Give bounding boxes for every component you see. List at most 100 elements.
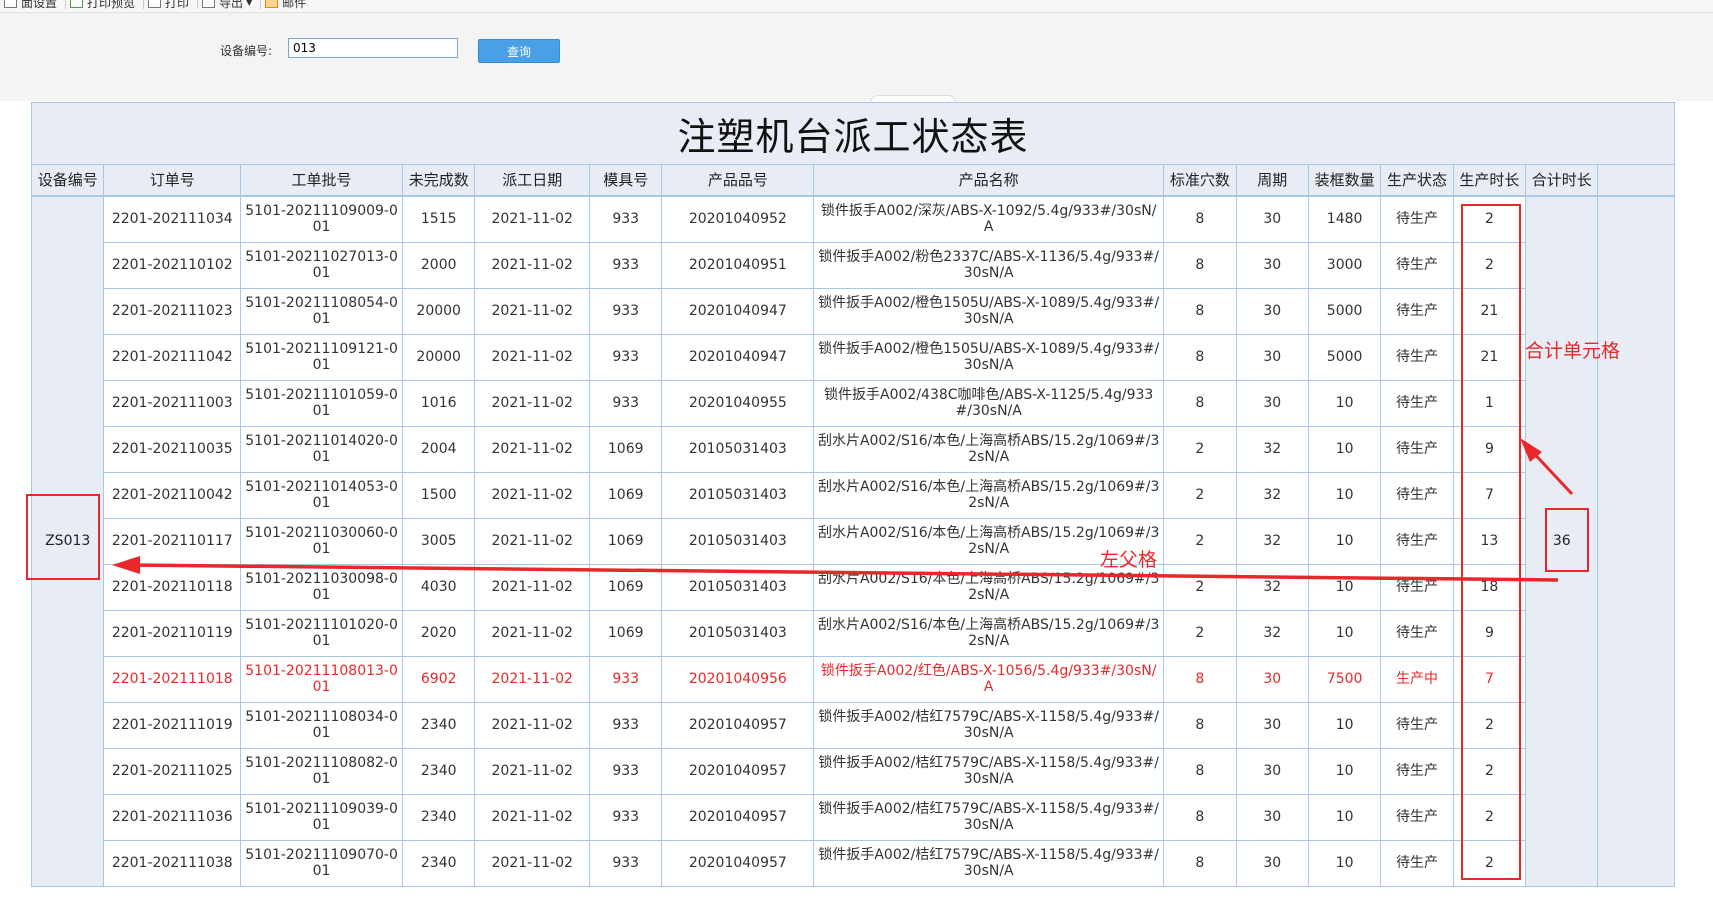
- report-title-band: 注塑机台派工状态表: [31, 102, 1675, 164]
- cavities-cell: 8: [1163, 747, 1237, 795]
- export-button[interactable]: 导出 ▼: [198, 0, 262, 10]
- table-row: 2201-202111025 5101-20211108082-001 2340 20…: [32, 747, 1675, 795]
- pending-cell: 6902: [401, 655, 476, 703]
- cycle-cell: 30: [1235, 333, 1309, 381]
- qty-cell: 10: [1307, 793, 1382, 841]
- date-cell: 2021-11-02: [474, 839, 591, 887]
- pending-cell: 2340: [401, 701, 476, 749]
- order-cell: 2201-202111003: [103, 379, 242, 427]
- col-header-pending: 未完成数: [401, 164, 476, 197]
- col-header-status: 生产状态: [1380, 164, 1454, 197]
- col-header-blank: [1597, 164, 1675, 197]
- code-cell: 20105031403: [661, 609, 815, 657]
- status-cell: 待生产: [1380, 241, 1454, 289]
- table-row: ZS013 2201-202111034 5101-20211109009-001 1…: [30, 195, 1675, 887]
- product-name-cell: 锁件扳手A002/438C咖啡色/ABS-X-1125/5.4g/933#/30…: [813, 379, 1165, 427]
- mold-cell: 1069: [589, 563, 663, 611]
- cycle-cell: 32: [1235, 609, 1309, 657]
- pending-cell: 2000: [401, 241, 476, 289]
- cycle-cell: 30: [1235, 241, 1309, 289]
- table-header-row: 设备编号 订单号 工单批号 未完成数 派工日期 模具号 产品品号 产品名称 标准…: [30, 164, 1675, 197]
- col-header-device: 设备编号: [30, 164, 105, 197]
- cycle-cell: 32: [1235, 563, 1309, 611]
- code-cell: 20201040957: [661, 793, 815, 841]
- mold-cell: 1069: [589, 471, 663, 519]
- mold-cell: 1069: [589, 517, 663, 565]
- pending-cell: 1016: [401, 379, 476, 427]
- cavities-cell: 2: [1163, 425, 1237, 473]
- col-header-hours: 生产时长: [1452, 164, 1527, 197]
- qty-cell: 7500: [1307, 655, 1382, 703]
- pending-cell: 2340: [401, 747, 476, 795]
- cycle-cell: 30: [1235, 793, 1309, 841]
- col-header-total: 合计时长: [1525, 164, 1599, 197]
- pending-cell: 3005: [401, 517, 476, 565]
- print-preview-button[interactable]: 打印预览: [66, 0, 145, 10]
- qty-cell: 1480: [1307, 195, 1382, 243]
- qty-cell: 5000: [1307, 287, 1382, 335]
- mail-button[interactable]: 邮件: [261, 0, 314, 10]
- cavities-cell: 2: [1163, 563, 1237, 611]
- code-cell: 20201040956: [661, 655, 815, 703]
- mold-cell: 933: [589, 701, 663, 749]
- code-cell: 20105031403: [661, 471, 815, 519]
- status-cell: 待生产: [1380, 793, 1454, 841]
- col-header-mold: 模具号: [589, 164, 663, 197]
- date-cell: 2021-11-02: [474, 379, 591, 427]
- cycle-cell: 30: [1235, 379, 1309, 427]
- batch-cell: 5101-20211030060-001: [240, 517, 403, 565]
- status-cell: 待生产: [1380, 333, 1454, 381]
- annotation-device-cell-box: [26, 494, 100, 580]
- status-cell: 生产中: [1380, 655, 1454, 703]
- batch-cell: 5101-20211109070-001: [240, 839, 403, 887]
- qty-cell: 10: [1307, 379, 1382, 427]
- order-cell: 2201-202111019: [103, 701, 242, 749]
- code-cell: 20201040957: [661, 747, 815, 795]
- pending-cell: 1515: [401, 195, 476, 243]
- qty-cell: 10: [1307, 839, 1382, 887]
- product-name-cell: 锁件扳手A002/红色/ABS-X-1056/5.4g/933#/30sN/A: [813, 655, 1165, 703]
- product-name-cell: 锁件扳手A002/桔红7579C/ABS-X-1158/5.4g/933#/30…: [813, 701, 1165, 749]
- query-bar: 设备编号: 查询: [0, 13, 1713, 101]
- pending-cell: 2340: [401, 793, 476, 841]
- cavities-cell: 8: [1163, 379, 1237, 427]
- page-setup-icon: [4, 0, 17, 8]
- col-header-date: 派工日期: [474, 164, 591, 197]
- status-cell: 待生产: [1380, 425, 1454, 473]
- pending-cell: 20000: [401, 287, 476, 335]
- qty-cell: 10: [1307, 471, 1382, 519]
- qty-cell: 3000: [1307, 241, 1382, 289]
- status-cell: 待生产: [1380, 471, 1454, 519]
- report: 注塑机台派工状态表 设备编号 订单号 工单批号 未完成数 派工日期 模具号 产品…: [30, 102, 1675, 887]
- status-cell: 待生产: [1380, 609, 1454, 657]
- device-number-label: 设备编号:: [220, 44, 273, 58]
- code-cell: 20201040947: [661, 287, 815, 335]
- date-cell: 2021-11-02: [474, 195, 591, 243]
- table-row: 2201-202110035 5101-20211014020-001 2004 20…: [32, 425, 1675, 473]
- mold-cell: 933: [589, 241, 663, 289]
- order-cell: 2201-202110119: [103, 609, 242, 657]
- code-cell: 20105031403: [661, 425, 815, 473]
- batch-cell: 5101-20211108013-001: [240, 655, 403, 703]
- code-cell: 20201040947: [661, 333, 815, 381]
- pending-cell: 2020: [401, 609, 476, 657]
- page-setup-button[interactable]: 面设置: [0, 0, 67, 10]
- code-cell: 20201040952: [661, 195, 815, 243]
- qty-cell: 10: [1307, 425, 1382, 473]
- mold-cell: 933: [589, 287, 663, 335]
- print-button[interactable]: 打印: [144, 0, 199, 10]
- annotation-total-cell-box: [1545, 508, 1589, 572]
- date-cell: 2021-11-02: [474, 425, 591, 473]
- query-button[interactable]: 查询: [478, 39, 560, 63]
- order-cell: 2201-202110035: [103, 425, 242, 473]
- cycle-cell: 30: [1235, 287, 1309, 335]
- code-cell: 20201040951: [661, 241, 815, 289]
- device-number-input[interactable]: [288, 38, 458, 58]
- code-cell: 20105031403: [661, 563, 815, 611]
- mold-cell: 1069: [589, 425, 663, 473]
- mold-cell: 933: [589, 747, 663, 795]
- mold-cell: 933: [589, 793, 663, 841]
- pending-cell: 20000: [401, 333, 476, 381]
- order-cell: 2201-202110118: [103, 563, 242, 611]
- batch-cell: 5101-20211014020-001: [240, 425, 403, 473]
